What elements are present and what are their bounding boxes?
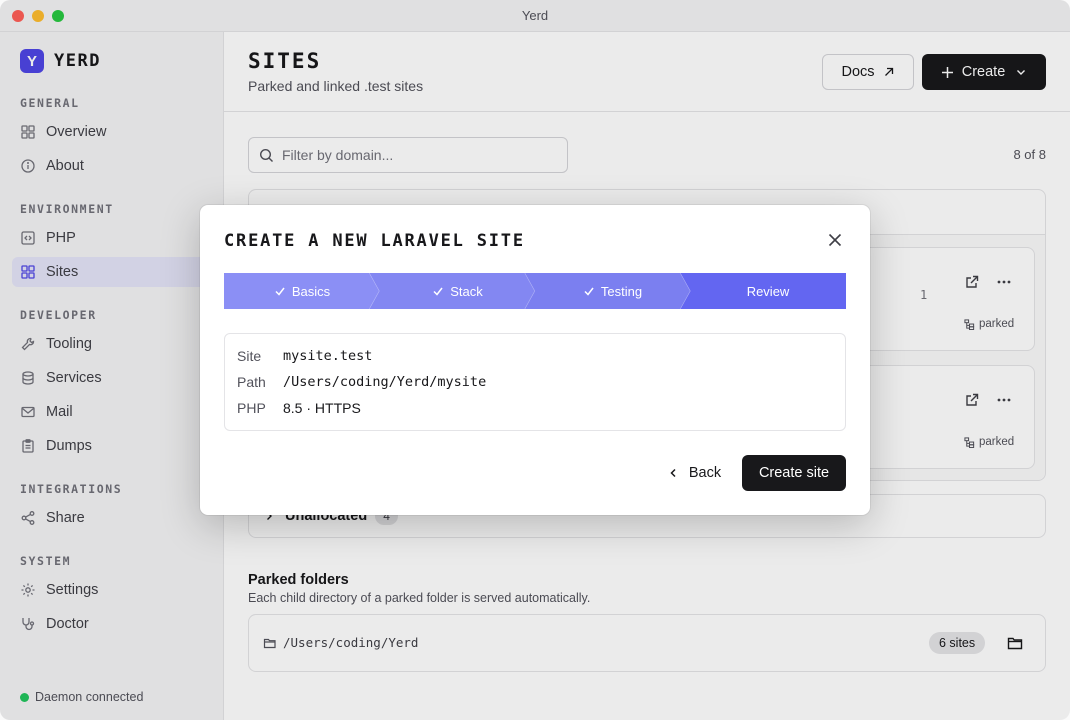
check-icon — [433, 287, 443, 296]
create-site-button[interactable]: Create site — [742, 455, 846, 491]
stepper: Basics Stack Testing Review — [224, 273, 846, 309]
close-icon[interactable] — [826, 231, 844, 249]
step-label: Review — [746, 283, 790, 299]
summary-value: mysite.test — [283, 348, 373, 364]
back-button-label: Back — [688, 465, 722, 481]
step-review[interactable]: Review — [690, 273, 846, 309]
summary-row-php: PHP 8.5 · HTTPS — [237, 400, 361, 416]
create-site-dialog: CREATE A NEW LARAVEL SITE Basics Stack T… — [200, 205, 870, 515]
step-testing[interactable]: Testing — [535, 273, 690, 309]
check-icon — [584, 287, 594, 296]
summary-row-site: Site mysite.test — [237, 348, 372, 364]
summary-value: 8.5 · HTTPS — [283, 400, 361, 416]
chevron-left-icon — [670, 468, 676, 478]
check-icon — [275, 287, 285, 296]
summary-label: Path — [237, 374, 266, 390]
step-stack[interactable]: Stack — [380, 273, 535, 309]
summary-label: PHP — [237, 400, 266, 416]
step-label: Testing — [600, 283, 643, 299]
dialog-title: CREATE A NEW LARAVEL SITE — [224, 231, 525, 251]
step-basics[interactable]: Basics — [224, 273, 380, 309]
summary-label: Site — [237, 348, 262, 364]
app-window: Yerd Y YERD General Overview About Envir… — [0, 0, 1070, 720]
step-label: Basics — [291, 283, 331, 299]
site-summary: Site mysite.test Path /Users/coding/Yerd… — [224, 333, 846, 431]
back-button[interactable]: Back — [662, 455, 726, 491]
summary-row-path: Path /Users/coding/Yerd/mysite — [237, 374, 486, 390]
step-label: Stack — [450, 283, 483, 299]
summary-value: /Users/coding/Yerd/mysite — [283, 374, 487, 390]
